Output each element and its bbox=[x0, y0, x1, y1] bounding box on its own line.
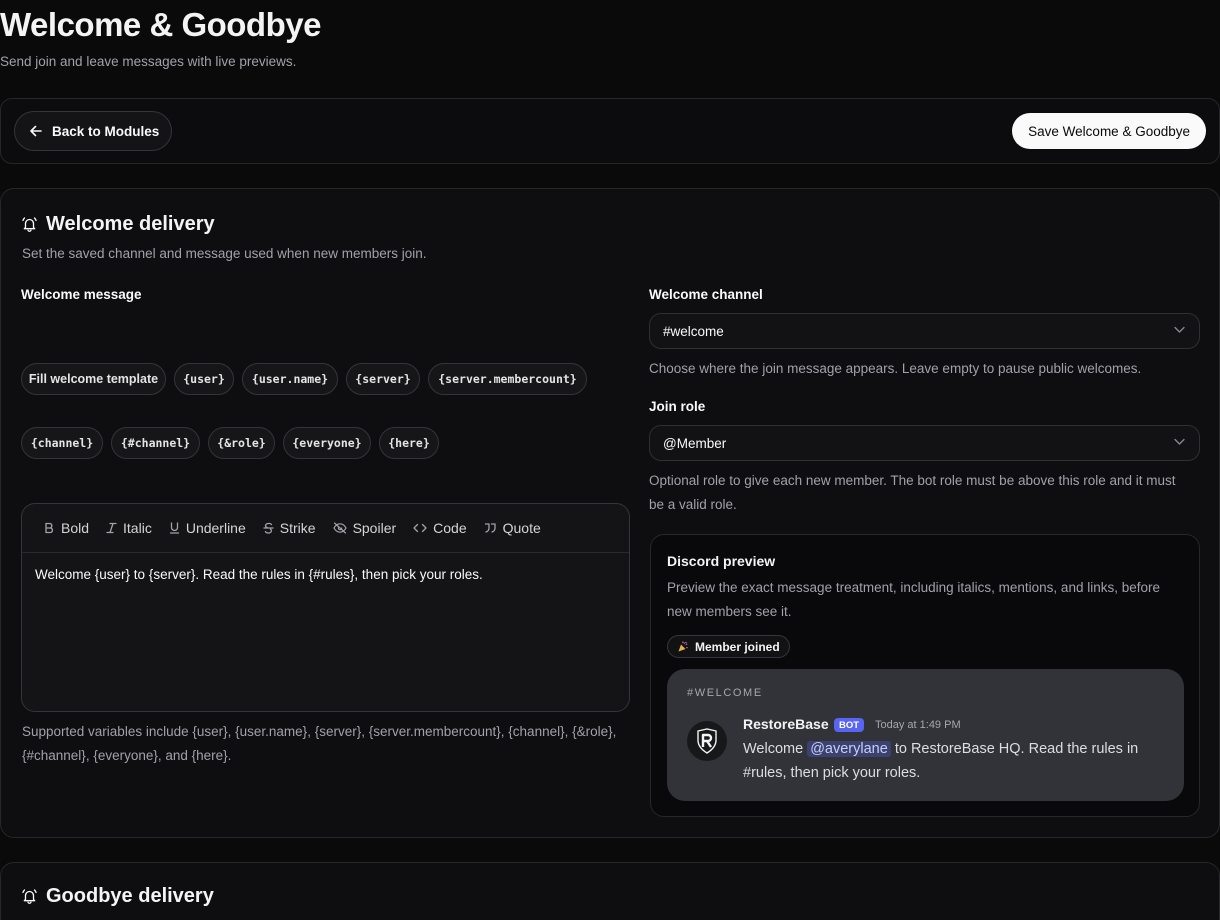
welcome-channel-label: Welcome channel bbox=[649, 287, 763, 302]
chevron-down-icon bbox=[1174, 438, 1185, 446]
fill-welcome-template-button[interactable]: Fill welcome template bbox=[21, 363, 166, 395]
welcome-channel-select[interactable]: #welcome bbox=[649, 313, 1200, 349]
join-role-help: Optional role to give each new member. T… bbox=[649, 469, 1176, 517]
discord-preview-title: Discord preview bbox=[667, 553, 776, 569]
welcome-channel-help: Choose where the join message appears. L… bbox=[649, 361, 1142, 376]
bot-name: RestoreBase bbox=[743, 716, 829, 732]
variable-chip-hash-channel[interactable]: {#channel} bbox=[111, 427, 200, 459]
variable-chip-channel[interactable]: {channel} bbox=[21, 427, 103, 459]
variable-chip-user[interactable]: {user} bbox=[174, 363, 234, 395]
variable-chip-server-membercount[interactable]: {server.membercount} bbox=[428, 363, 587, 395]
variables-help-text: Supported variables include {user}, {use… bbox=[22, 720, 616, 768]
underline-icon bbox=[169, 522, 180, 534]
bot-avatar bbox=[687, 721, 727, 761]
goodbye-card-title: Goodbye delivery bbox=[46, 885, 214, 907]
welcome-delivery-card: Welcome delivery Set the saved channel a… bbox=[0, 188, 1220, 838]
spoiler-label: Spoiler bbox=[352, 520, 397, 536]
member-joined-badge: Member joined bbox=[667, 635, 790, 658]
member-joined-label: Member joined bbox=[695, 639, 780, 654]
message-suffix: to RestoreBase HQ. Read the rules in #ru… bbox=[743, 741, 1139, 781]
bell-ring-icon bbox=[21, 888, 38, 905]
join-role-help-line-1: Optional role to give each new member. T… bbox=[649, 473, 1176, 488]
page-subtitle: Send join and leave messages with live p… bbox=[0, 54, 297, 69]
bold-icon bbox=[44, 522, 55, 534]
variable-chip-everyone[interactable]: {everyone} bbox=[283, 427, 371, 459]
bell-ring-icon bbox=[21, 216, 38, 233]
party-popper-icon bbox=[677, 640, 689, 653]
strike-button[interactable]: Strike bbox=[263, 520, 316, 536]
user-mention: @averylane bbox=[807, 741, 891, 757]
quote-button[interactable]: Quote bbox=[484, 520, 541, 536]
format-toolbar: Bold Italic Underline Strike Spoiler Cod… bbox=[22, 504, 629, 553]
join-role-value: @Member bbox=[663, 435, 727, 451]
welcome-card-header: Welcome delivery bbox=[21, 213, 215, 236]
save-button[interactable]: Save Welcome & Goodbye bbox=[1012, 113, 1206, 149]
welcome-card-title: Welcome delivery bbox=[46, 213, 215, 235]
variable-chip-server[interactable]: {server} bbox=[346, 363, 420, 395]
quote-label: Quote bbox=[502, 520, 541, 536]
page-title: Welcome & Goodbye bbox=[0, 6, 321, 43]
variables-help-line-1: Supported variables include {user}, {use… bbox=[22, 724, 617, 739]
join-role-help-line-2: be a valid role. bbox=[649, 497, 737, 512]
discord-channel-header: #WELCOME bbox=[687, 687, 763, 699]
strikethrough-icon bbox=[263, 522, 274, 534]
bold-label: Bold bbox=[61, 520, 90, 536]
code-label: Code bbox=[433, 520, 467, 536]
variable-chip-here[interactable]: {here} bbox=[379, 427, 439, 459]
italic-button[interactable]: Italic bbox=[106, 520, 152, 536]
welcome-channel-value: #welcome bbox=[663, 323, 724, 339]
italic-icon bbox=[106, 522, 117, 534]
code-icon bbox=[413, 522, 427, 534]
discord-message-mock: #WELCOME RestoreBase BOT Today at 1:49 P… bbox=[667, 669, 1184, 801]
back-to-modules-button[interactable]: Back to Modules bbox=[14, 111, 173, 151]
join-role-label: Join role bbox=[649, 399, 706, 414]
spoiler-button[interactable]: Spoiler bbox=[332, 520, 397, 536]
join-role-select[interactable]: @Member bbox=[649, 425, 1200, 461]
goodbye-delivery-card: Goodbye delivery bbox=[0, 862, 1220, 920]
message-prefix: Welcome bbox=[743, 741, 804, 757]
welcome-message-label: Welcome message bbox=[21, 287, 142, 302]
strike-label: Strike bbox=[279, 520, 316, 536]
goodbye-card-header: Goodbye delivery bbox=[21, 885, 214, 908]
action-toolbar: Back to Modules Save Welcome & Goodbye bbox=[0, 98, 1220, 164]
variables-help-line-2: {#channel}, {everyone}, and {here}. bbox=[22, 748, 232, 763]
arrow-left-icon bbox=[29, 124, 43, 138]
underline-button[interactable]: Underline bbox=[169, 520, 246, 536]
back-button-label: Back to Modules bbox=[52, 123, 160, 139]
discord-message-body: Welcome @averylane to RestoreBase HQ. Re… bbox=[743, 737, 1163, 785]
code-button[interactable]: Code bbox=[413, 520, 467, 536]
italic-label: Italic bbox=[123, 520, 152, 536]
quote-icon bbox=[484, 522, 497, 534]
underline-label: Underline bbox=[185, 520, 246, 536]
chevron-down-icon bbox=[1174, 326, 1185, 334]
discord-preview-description: Preview the exact message treatment, inc… bbox=[667, 580, 1160, 619]
discord-preview-panel: Discord preview Preview the exact messag… bbox=[650, 534, 1200, 817]
variable-chip-user-name[interactable]: {user.name} bbox=[242, 363, 338, 395]
welcome-card-description: Set the saved channel and message used w… bbox=[22, 246, 427, 261]
welcome-message-editor: Bold Italic Underline Strike Spoiler Cod… bbox=[21, 503, 630, 712]
spoiler-icon bbox=[332, 522, 347, 534]
variable-chip-role[interactable]: {&role} bbox=[208, 427, 275, 459]
bold-button[interactable]: Bold bbox=[44, 520, 89, 536]
welcome-message-text[interactable]: Welcome {user} to {server}. Read the rul… bbox=[35, 567, 483, 582]
message-timestamp: Today at 1:49 PM bbox=[875, 719, 961, 731]
bot-tag-badge: BOT bbox=[834, 718, 865, 732]
